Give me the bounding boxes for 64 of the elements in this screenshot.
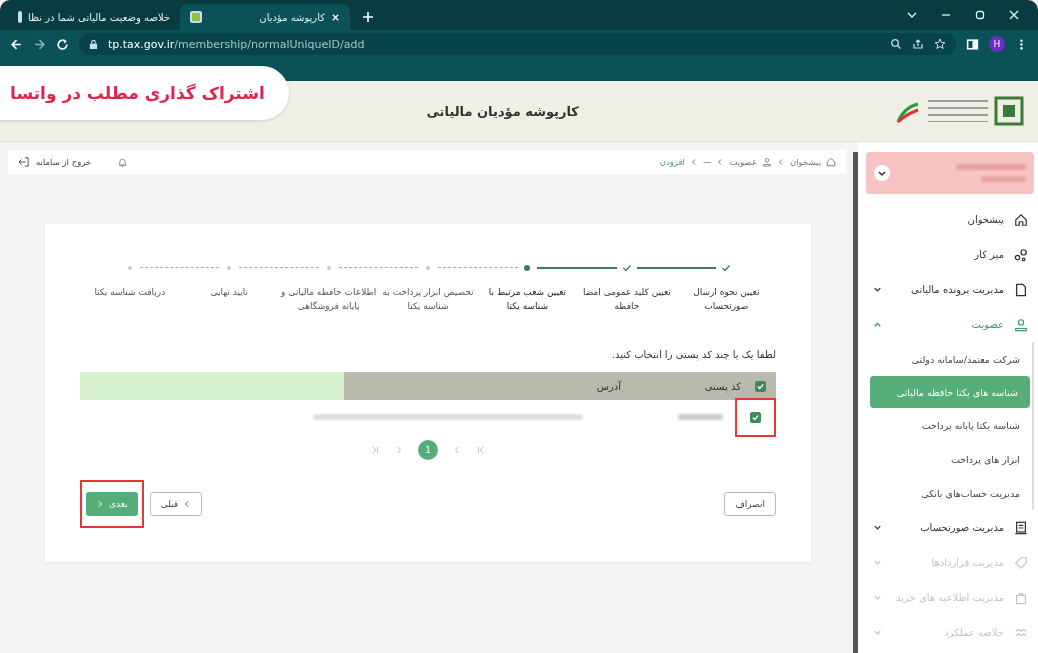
blurred-text — [981, 176, 1026, 182]
sidebar-subitem[interactable]: ابزار های پرداخت — [866, 442, 1032, 476]
browser-tab[interactable]: خلاصه وضعیت مالیاتی شما در نظا — [8, 4, 178, 30]
chevron-left-icon — [689, 158, 698, 166]
logout-icon[interactable] — [18, 157, 30, 167]
step-label: اطلاعات حافظه مالیاتی و پایانه فروشگاهی — [280, 286, 377, 313]
forward-icon[interactable] — [33, 37, 46, 51]
back-icon[interactable] — [10, 37, 23, 51]
bell-icon[interactable] — [117, 156, 129, 168]
site-title: کارپوشه مؤدیان مالیاتی — [426, 103, 579, 119]
profile-avatar[interactable]: H — [989, 36, 1005, 52]
breadcrumb-link[interactable]: افزودن — [659, 157, 685, 167]
step-label: دریافت شناسه یکتا — [93, 286, 167, 299]
instruction-text: لطفا یک یا چند کد پستی را انتخاب کنید. — [610, 349, 776, 360]
sidebar-subitem[interactable]: شناسه یکتا پایانه پرداخت — [866, 408, 1032, 442]
tag-icon — [1014, 555, 1028, 570]
breadcrumb-link[interactable]: — — [702, 157, 712, 167]
new-tab-icon[interactable] — [362, 11, 374, 23]
lock-icon — [89, 38, 98, 50]
sidebar-item[interactable]: عضویت — [866, 307, 1034, 342]
search-icon[interactable] — [890, 38, 902, 50]
sidebar-subitem[interactable]: مدیریت حساب‌های بانکی — [866, 476, 1032, 510]
previous-button[interactable]: قبلی — [149, 492, 203, 516]
close-icon[interactable] — [1008, 9, 1020, 21]
step-label: تایید نهایی — [209, 286, 249, 299]
address-field[interactable]: tp.tax.gov.ir/membership/normalUniqueID/add — [79, 33, 956, 55]
bag-icon — [1014, 590, 1028, 605]
user-icon — [762, 157, 772, 167]
bill-icon — [1014, 520, 1028, 535]
logout-link[interactable]: خروج از سامانه — [36, 157, 92, 167]
breadcrumb-link[interactable]: پیشخوان — [790, 157, 821, 167]
share-banner[interactable]: اشتراک گذاری مطلب در واتسا — [0, 66, 289, 120]
sidebar-subitem[interactable]: شرکت معتمد/سامانه دولتی — [866, 342, 1032, 376]
sidebar-item[interactable]: مدیریت صورتحساب — [866, 510, 1034, 545]
blurred-text — [678, 414, 723, 420]
emblem-logo — [994, 96, 1024, 126]
chevron-left-icon — [777, 158, 785, 166]
user-icon — [1014, 317, 1028, 332]
reload-icon[interactable] — [56, 37, 69, 51]
star-icon[interactable] — [934, 38, 946, 50]
sidebar-item[interactable]: مدیریت پرونده مالیاتی — [866, 272, 1034, 307]
column-header: آدرس — [596, 380, 621, 392]
side-panel-icon[interactable] — [966, 37, 979, 51]
step-label: تعیین کلید عمومی امضا حافظه — [581, 286, 672, 313]
cancel-button[interactable]: انصراف — [724, 492, 776, 516]
step-label: تخصیص ابزار پرداخت به شناسه یکتا — [381, 286, 475, 313]
blurred-text — [956, 164, 1026, 170]
home-icon — [826, 157, 836, 167]
row-checkbox[interactable] — [750, 411, 761, 423]
step-label: تعیین شعب مرتبط با شناسه یکتا — [487, 286, 568, 313]
desk-icon — [1014, 247, 1028, 262]
chevron-right-icon — [96, 500, 104, 508]
sidebar-item[interactable]: پیشخوان — [866, 202, 1034, 237]
restore-icon[interactable] — [974, 9, 986, 21]
browser-tab[interactable]: کارپوشه مؤدیان — [180, 4, 350, 30]
home-icon — [1014, 212, 1028, 227]
column-header: کد پستی — [703, 380, 741, 392]
chevron-down-icon[interactable] — [874, 165, 890, 181]
step-label: تعیین نحوه ارسال صورتحساب — [692, 286, 761, 313]
select-all-checkbox[interactable] — [755, 380, 766, 392]
breadcrumb-link[interactable]: عضویت — [729, 157, 757, 167]
share-icon[interactable] — [912, 38, 924, 50]
file-icon — [1014, 282, 1028, 297]
sidebar-item[interactable]: میز کار — [866, 237, 1034, 272]
